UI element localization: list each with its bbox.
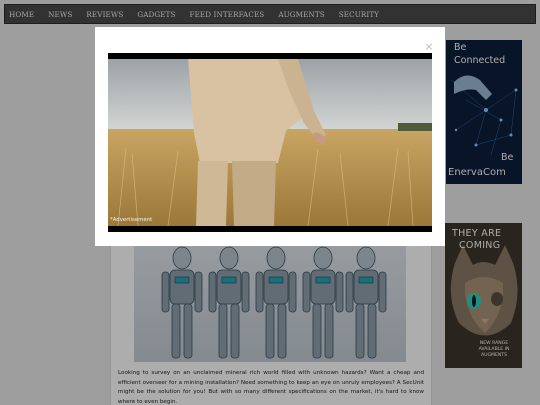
video-frame xyxy=(108,53,432,232)
advertisement-label: *Advertisement xyxy=(110,217,153,223)
video-player[interactable] xyxy=(108,53,432,232)
close-icon[interactable]: × xyxy=(423,41,435,53)
